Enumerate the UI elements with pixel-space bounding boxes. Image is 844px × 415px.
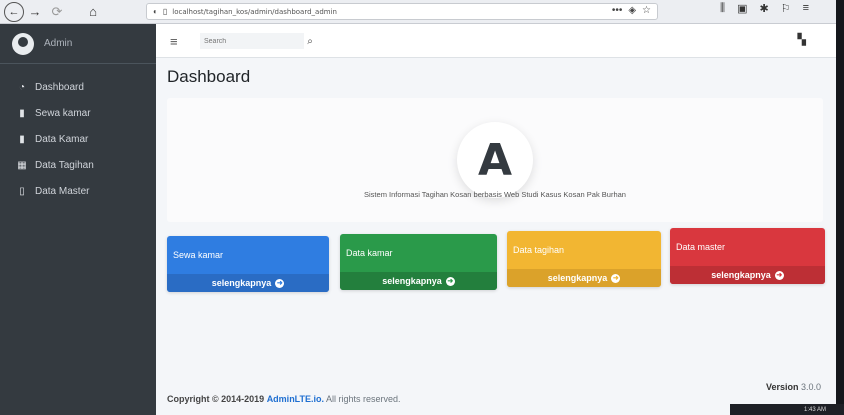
arrow-circle-right-icon: ➜: [774, 270, 784, 280]
arrow-circle-right-icon: ➜: [611, 273, 621, 283]
sidebar-icon[interactable]: ▣: [737, 2, 747, 15]
more-info-label: selengkapnya: [211, 278, 272, 288]
pocket-icon[interactable]: ◈: [628, 5, 636, 16]
back-button[interactable]: ←: [4, 1, 24, 22]
small-box-data-master: Data master selengkapnya ➜: [670, 228, 825, 284]
address-bar[interactable]: ◐ ▯ localhost/tagihan_kos/admin/dashboar…: [146, 3, 658, 20]
more-info-label: selengkapnya: [711, 270, 771, 280]
sidebar-item-label: Dashboard: [35, 81, 84, 93]
tachometer-icon: ◔: [18, 81, 26, 93]
sidebar-menu: ◔ Dashboard ▮ Sewa kamar ▮ Data Kamar ▦ …: [0, 74, 156, 204]
small-box-sewa-kamar: Sewa kamar selengkapnya ➜: [167, 236, 329, 292]
taskbar: 1:43 AM: [730, 404, 844, 415]
url-text: localhost/tagihan_kos/admin/dashboard_ad…: [172, 7, 337, 16]
grid-icon[interactable]: ▚: [798, 33, 806, 46]
menu-icon[interactable]: ≡: [803, 2, 809, 15]
more-info-link[interactable]: selengkapnya ➜: [340, 272, 497, 290]
logo-letter: A: [477, 134, 513, 186]
document-icon: ▯: [19, 185, 25, 197]
search-input[interactable]: [200, 33, 304, 49]
top-navbar: ≡ ⌕ ▚: [156, 24, 836, 58]
reload-button[interactable]: ⟳: [46, 2, 68, 22]
box-title: Data master: [676, 242, 726, 252]
bookmark-star-icon[interactable]: ☆: [642, 5, 651, 16]
file-icon: ▮: [19, 133, 25, 145]
search-icon[interactable]: ⌕: [302, 33, 318, 49]
small-box-row: Sewa kamar selengkapnya ➜ Data kamar sel…: [167, 228, 827, 300]
user-avatar-icon: [12, 32, 34, 55]
more-info-link[interactable]: selengkapnya ➜: [167, 274, 329, 292]
file-icon: ▮: [19, 107, 25, 119]
brand-name: Admin: [44, 38, 73, 49]
screen: ← → ⟳ ⌂ ◐ ▯ localhost/tagihan_kos/admin/…: [0, 0, 844, 415]
sidebar-item-data-kamar[interactable]: ▮ Data Kamar: [0, 126, 156, 152]
welcome-card: A Sistem Informasi Tagihan Kosan berbasi…: [167, 98, 823, 222]
sidebar-item-sewa-kamar[interactable]: ▮ Sewa kamar: [0, 100, 156, 126]
more-info-label: selengkapnya: [382, 276, 442, 286]
shield-icon: ◐: [153, 7, 158, 16]
sidebar-item-dashboard[interactable]: ◔ Dashboard: [0, 74, 156, 100]
sidebar-item-label: Data Master: [35, 185, 90, 197]
small-box-data-tagihan: Data tagihan selengkapnya ➜: [507, 231, 661, 287]
app-logo: A: [457, 122, 533, 198]
more-info-link[interactable]: selengkapnya ➜: [507, 269, 661, 287]
box-title: Sewa kamar: [173, 250, 224, 260]
sidebar: Admin ◔ Dashboard ▮ Sewa kamar ▮ Data Ka…: [0, 24, 156, 415]
copyright-text: Copyright © 2014-2019: [167, 394, 265, 404]
arrow-circle-right-icon: ➜: [275, 278, 285, 288]
adminlte-link[interactable]: AdminLTE.io.: [267, 394, 324, 404]
more-info-link[interactable]: selengkapnya ➜: [670, 266, 825, 284]
box-title: Data tagihan: [513, 245, 565, 255]
home-button[interactable]: ⌂: [82, 2, 104, 22]
version-number: 3.0.0: [800, 382, 821, 392]
brand[interactable]: Admin: [0, 24, 156, 64]
page-title: Dashboard: [167, 67, 251, 86]
content-wrapper: Dashboard A Sistem Informasi Tagihan Kos…: [156, 58, 836, 415]
sidebar-item-label: Data Kamar: [35, 133, 89, 145]
more-info-label: selengkapnya: [547, 273, 608, 283]
extension-icon[interactable]: ✱: [759, 2, 768, 15]
small-box-data-kamar: Data kamar selengkapnya ➜: [340, 234, 497, 290]
browser-toolbar: ← → ⟳ ⌂ ◐ ▯ localhost/tagihan_kos/admin/…: [0, 0, 836, 24]
arrow-circle-right-icon: ➜: [445, 276, 455, 286]
box-title: Data kamar: [346, 248, 393, 258]
library-icon[interactable]: ⫼: [720, 2, 725, 15]
main-footer: Copyright © 2014-2019 AdminLTE.io. All r…: [167, 380, 827, 410]
more-actions-icon[interactable]: •••: [612, 5, 623, 16]
page-icon: ▯: [162, 7, 168, 16]
taskbar-clock: 1:43 AM: [803, 406, 826, 413]
sidebar-item-data-tagihan[interactable]: ▦ Data Tagihan: [0, 152, 156, 178]
rights-text: All rights reserved.: [326, 394, 401, 404]
version: Version 3.0.0: [766, 382, 821, 392]
sidebar-item-label: Data Tagihan: [35, 159, 94, 171]
sidebar-item-label: Sewa kamar: [35, 107, 91, 119]
sidebar-item-data-master[interactable]: ▯ Data Master: [0, 178, 156, 204]
copyright: Copyright © 2014-2019 AdminLTE.io. All r…: [167, 394, 401, 404]
extension-2-icon[interactable]: ⚐: [781, 2, 791, 15]
forward-button[interactable]: →: [24, 2, 46, 22]
calendar-icon: ▦: [17, 159, 27, 171]
version-label: Version: [765, 382, 799, 392]
app-description: Sistem Informasi Tagihan Kosan berbasis …: [364, 190, 626, 199]
hamburger-menu-icon[interactable]: ≡: [170, 34, 178, 49]
